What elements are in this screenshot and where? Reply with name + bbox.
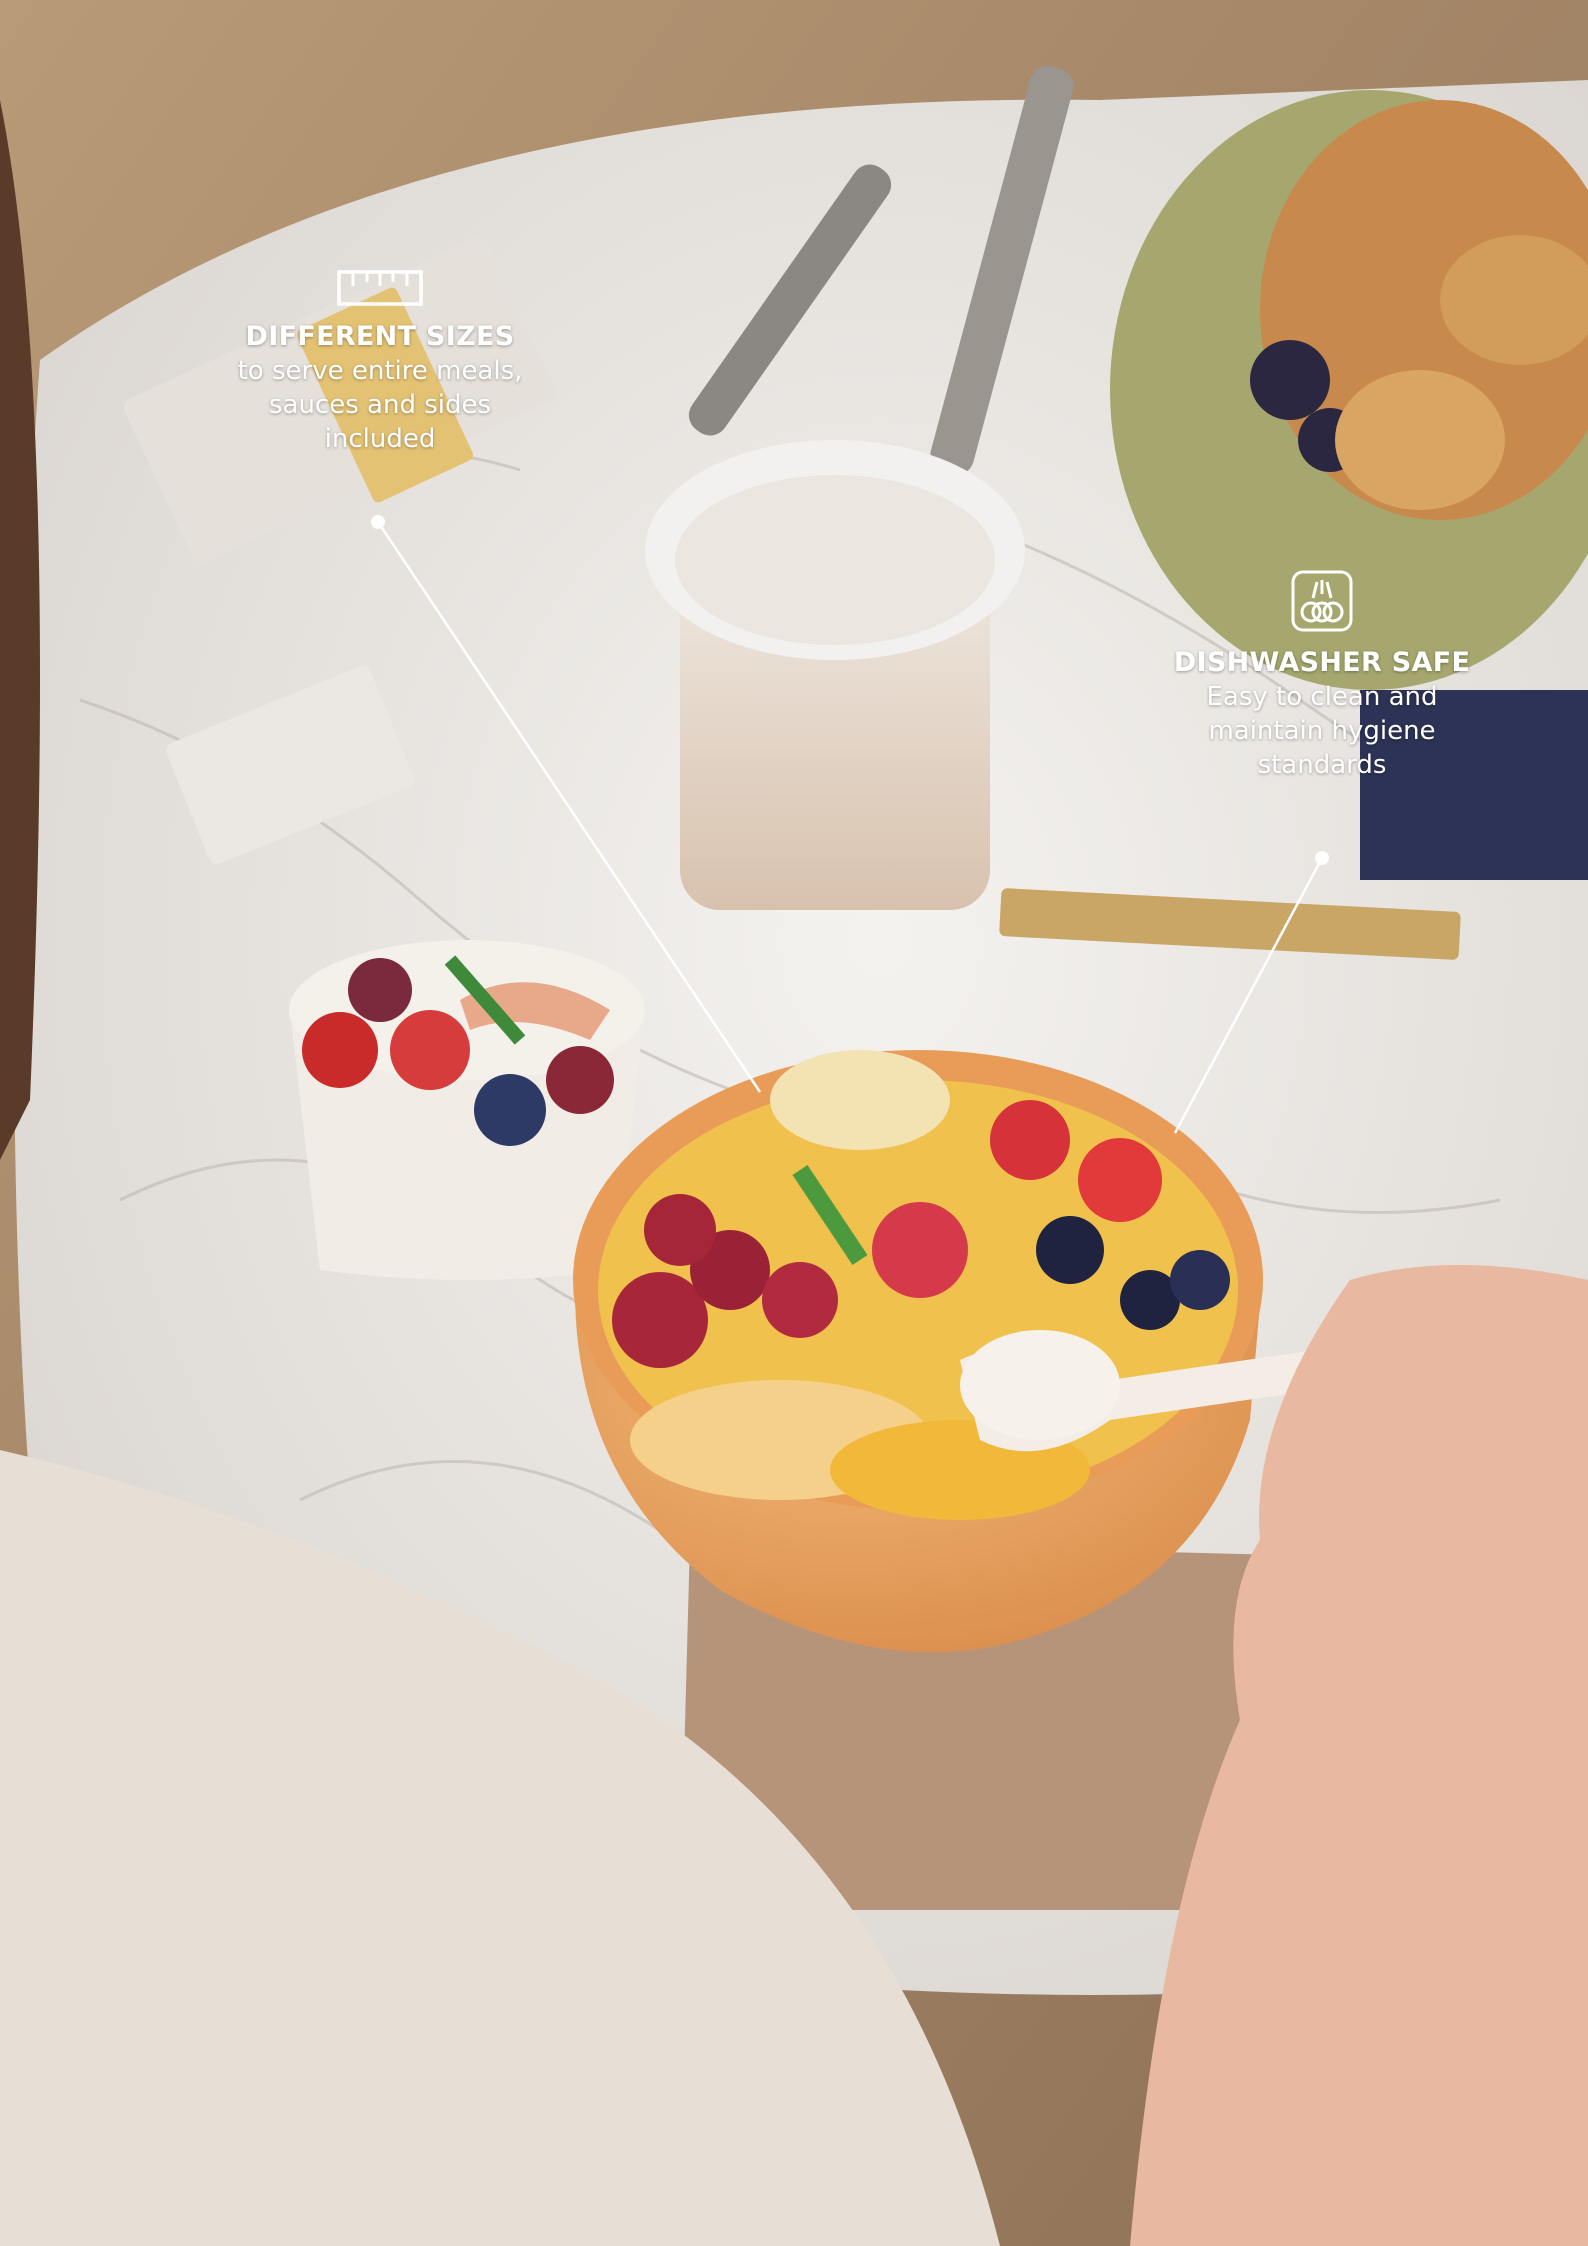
callout-body-line: sauces and sides: [268, 390, 492, 420]
callout-body-line: standards: [1257, 750, 1387, 780]
callout-body-line: maintain hygiene: [1208, 716, 1436, 746]
ruler-icon: [337, 270, 423, 306]
callout-different-sizes: DIFFERENT SIZES to serve entire meals, s…: [200, 270, 560, 456]
callout-body: Easy to clean and maintain hygiene stand…: [1150, 680, 1494, 782]
callout-leader-dot: [371, 515, 385, 529]
callout-body-line: Easy to clean and: [1206, 682, 1438, 712]
callout-leader-dot: [1315, 851, 1329, 865]
callout-body-line: included: [324, 424, 436, 454]
dishwasher-icon: [1291, 570, 1353, 632]
callout-dishwasher-safe: DISHWASHER SAFE Easy to clean and mainta…: [1150, 570, 1494, 782]
callout-body-line: to serve entire meals,: [237, 356, 523, 386]
callout-heading: DIFFERENT SIZES: [245, 321, 515, 352]
callout-body: to serve entire meals, sauces and sides …: [200, 354, 560, 456]
callout-heading: DISHWASHER SAFE: [1173, 647, 1471, 678]
